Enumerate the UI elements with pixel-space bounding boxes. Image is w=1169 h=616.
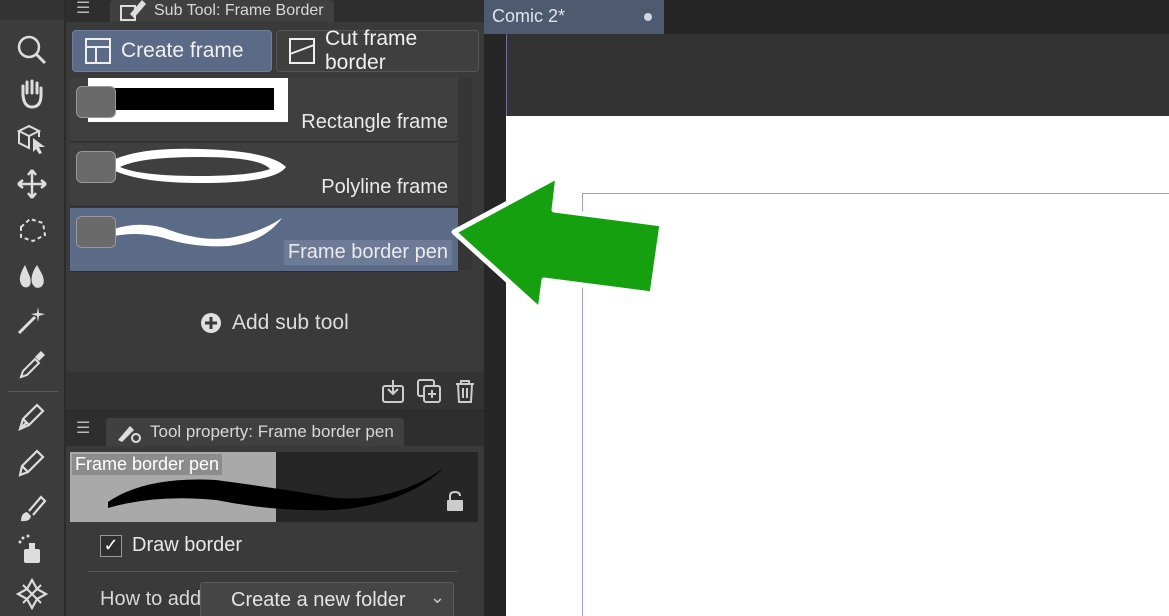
brush-stroke-preview: Frame border pen [70,452,478,522]
zoom-icon[interactable] [10,30,54,70]
toolbar-header [0,0,64,20]
rectangle-frame-preview [88,78,288,122]
create-frame-icon [85,38,111,64]
create-frame-button[interactable]: Create frame [72,30,272,72]
how-to-add-select[interactable]: Create a new folder ⌄ [200,582,454,616]
canvas-margin [506,34,1169,116]
how-to-add-value: Create a new folder [231,589,406,611]
frame-border-pen-preview [106,218,282,247]
lock-icon[interactable] [444,490,466,512]
eyedropper-icon[interactable] [10,344,54,384]
tool-property-tab[interactable]: Tool property: Frame border pen [106,418,404,446]
frame-border-tool-icon [120,0,146,21]
add-sub-tool-button[interactable]: Add sub tool [200,311,349,335]
frame-tool-thumb-icon [76,86,116,118]
airbrush-icon[interactable] [10,530,54,570]
cut-frame-icon [289,38,315,64]
import-icon[interactable] [380,378,406,404]
rectangle-frame-label: Rectangle frame [301,111,448,133]
frame-tool-thumb-icon [76,151,116,183]
sub-tool-panel-tab[interactable]: Sub Tool: Frame Border [110,0,334,22]
add-circle-icon [201,313,221,333]
sub-tool-item-rectangle-frame[interactable]: Rectangle frame [70,78,458,142]
tool-property-header: ☰ Tool property: Frame border pen [66,412,484,446]
frame-border-pen-label: Frame border pen [283,240,452,265]
toolbar-divider [8,391,58,392]
brush-icon[interactable] [10,488,54,528]
draw-border-checkbox[interactable]: ✓ [100,534,122,557]
sub-tool-panel: ☰ Sub Tool: Frame Border Create frame Cu… [66,0,484,410]
move-icon[interactable] [10,164,54,204]
property-divider [88,571,458,572]
panel-menu-icon[interactable]: ☰ [76,420,96,440]
document-tab-bar: Comic 2* [484,0,1169,34]
decoration-icon[interactable] [10,574,54,614]
add-sub-tool-label: Add sub tool [232,311,349,334]
document-tab-title: Comic 2* [492,6,566,26]
chevron-down-icon: ⌄ [429,587,445,607]
tool-settings-icon [118,426,141,443]
pencil-icon[interactable] [10,442,54,482]
tool-property-title: Tool property: Frame border pen [150,422,394,441]
fill-icon[interactable] [10,256,54,296]
cut-frame-border-label: Cut frame border [325,27,418,74]
how-to-add-label: How to add [100,588,202,610]
delete-icon[interactable] [452,378,478,404]
polyline-frame-label: Polyline frame [321,176,448,198]
sub-tool-item-frame-border-pen[interactable]: Frame border pen [70,208,458,272]
sub-tool-panel-title: Sub Tool: Frame Border [154,2,324,19]
cut-frame-border-button[interactable]: Cut frame border [276,27,479,74]
highlight-arrow-icon [451,173,665,313]
tool-bar [0,0,64,616]
lasso-icon[interactable] [10,210,54,250]
document-tab[interactable]: Comic 2* [484,0,664,34]
create-frame-label: Create frame [121,39,244,62]
tool-property-panel: ☰ Tool property: Frame border pen Frame … [66,412,484,616]
hand-icon[interactable] [10,74,54,114]
magic-wand-icon[interactable] [10,300,54,340]
sub-tool-panel-header: ☰ Sub Tool: Frame Border [66,0,484,22]
pen-icon[interactable] [10,396,54,436]
object-icon[interactable] [10,118,54,158]
panel-menu-icon[interactable]: ☰ [76,0,96,20]
frame-tool-thumb-icon [76,216,116,248]
draw-border-label: Draw border [132,534,243,556]
polyline-frame-preview [104,148,286,183]
sub-tool-item-polyline-frame[interactable]: Polyline frame [70,143,458,207]
sub-tool-footer [66,372,484,410]
preview-tool-name: Frame border pen [72,454,223,475]
duplicate-icon[interactable] [416,378,442,404]
draw-border-option[interactable]: ✓ Draw border [100,534,242,557]
close-tab-icon[interactable] [644,13,652,21]
